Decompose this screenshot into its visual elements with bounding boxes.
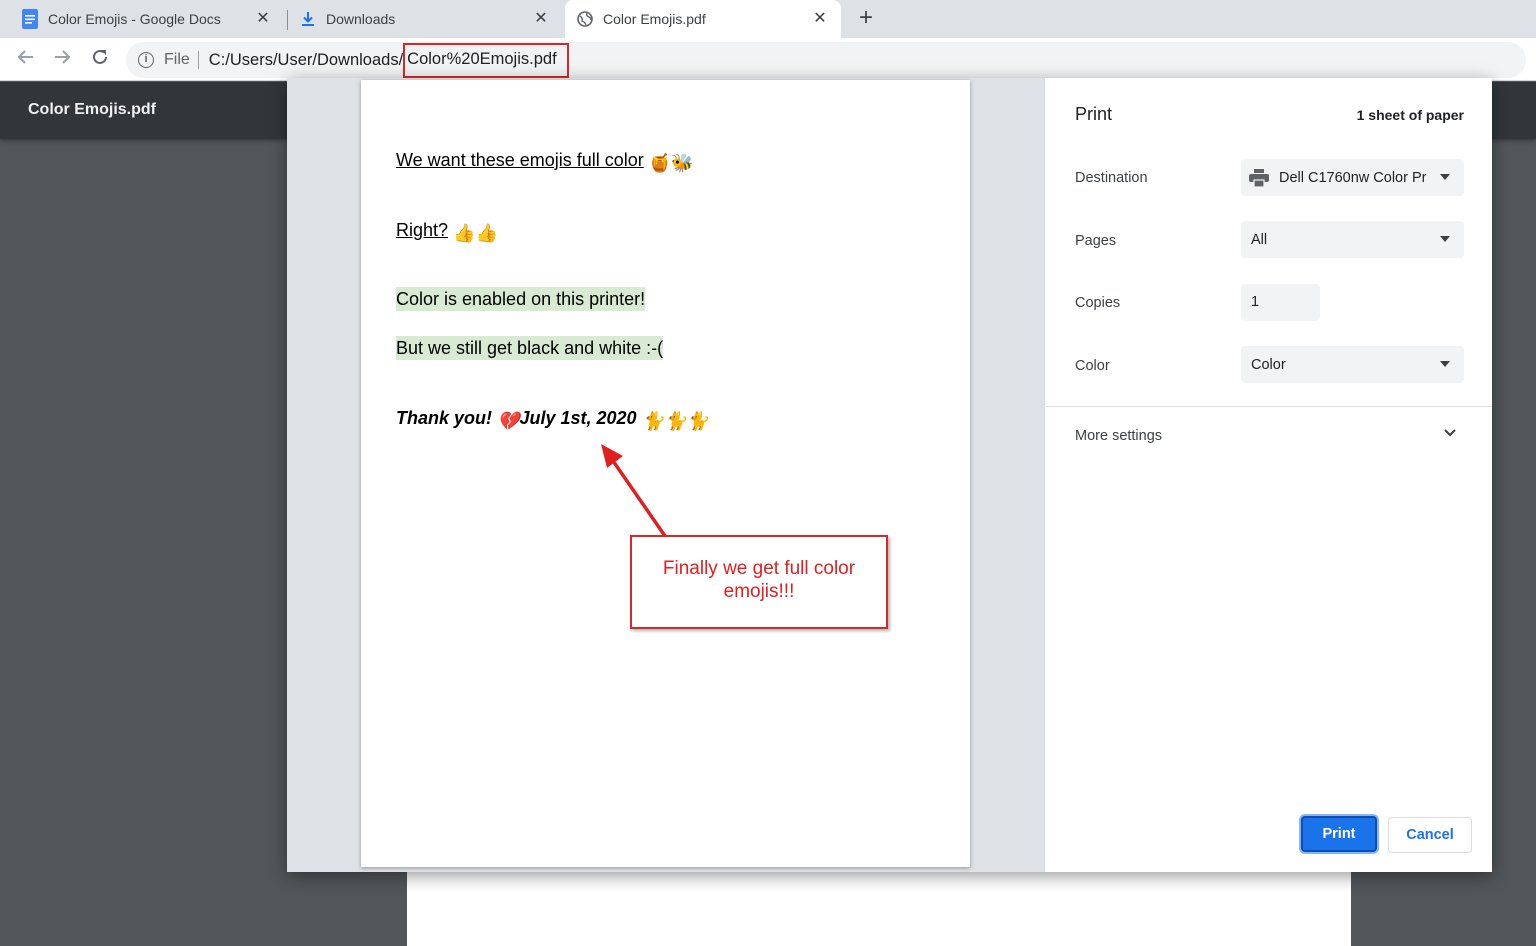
printer-icon: [1249, 168, 1269, 187]
color-label: Color: [1075, 358, 1110, 374]
annotation-arrow: [601, 444, 667, 537]
browser-toolbar: i File C:/Users/User/Downloads/Color%20E…: [0, 38, 1536, 81]
url-filename-highlighted: Color%20Emojis.pdf: [403, 42, 569, 78]
tab-title: Color Emojis.pdf: [603, 11, 706, 27]
tab-downloads[interactable]: Downloads ✕: [290, 0, 562, 38]
doc-date: July 1st, 2020: [519, 408, 637, 428]
copies-label: Copies: [1075, 295, 1121, 311]
doc-line-1: We want these emojis full color 🍯🐝: [396, 150, 694, 174]
doc-text: We want these emojis full color: [396, 150, 644, 170]
close-icon[interactable]: ✕: [532, 10, 550, 28]
doc-text-highlighted: Color is enabled on this printer!: [396, 287, 646, 311]
url-path: C:/Users/User/Downloads/: [208, 50, 404, 69]
color-select[interactable]: Color: [1241, 346, 1464, 383]
address-bar[interactable]: i File C:/Users/User/Downloads/Color%20E…: [126, 42, 1526, 78]
pdf-title: Color Emojis.pdf: [28, 101, 156, 118]
doc-line-3: Color is enabled on this printer!: [396, 287, 646, 311]
pages-select[interactable]: All: [1241, 221, 1464, 258]
reload-icon[interactable]: [88, 48, 112, 72]
doc-line-5: Thank you! 💔July 1st, 2020 🐈🐈🐈: [396, 408, 709, 432]
url-scheme: File: [164, 51, 190, 68]
tab-google-docs[interactable]: Color Emojis - Google Docs ✕: [12, 0, 284, 38]
pages-value: All: [1251, 231, 1268, 248]
doc-line-4: But we still get black and white :-(: [396, 336, 664, 360]
copies-input[interactable]: 1: [1241, 284, 1320, 321]
destination-label: Destination: [1075, 170, 1148, 186]
color-value: Color: [1251, 356, 1286, 373]
url-divider: [197, 51, 199, 69]
preview-page: We want these emojis full color 🍯🐝 Right…: [361, 80, 970, 867]
back-icon[interactable]: [14, 48, 38, 72]
thumbs-up-emoji: 👍👍: [453, 223, 498, 243]
doc-line-2: Right? 👍👍: [396, 220, 498, 244]
tab-separator: [287, 10, 288, 30]
pages-label: Pages: [1075, 233, 1117, 249]
annotation-callout: Finally we get full color emojis!!!: [630, 535, 888, 629]
settings-divider: [1046, 406, 1492, 407]
print-dialog: We want these emojis full color 🍯🐝 Right…: [287, 78, 1492, 872]
chevron-down-icon: [1440, 361, 1450, 367]
tab-title: Color Emojis - Google Docs: [48, 11, 221, 27]
tab-color-emojis-pdf[interactable]: Color Emojis.pdf ✕: [565, 0, 841, 38]
print-title: Print: [1075, 104, 1113, 124]
close-icon[interactable]: ✕: [811, 10, 829, 28]
more-settings-toggle[interactable]: More settings: [1075, 428, 1162, 444]
doc-text: Right?: [396, 220, 449, 240]
google-docs-icon: [22, 9, 38, 29]
info-icon[interactable]: i: [138, 52, 154, 68]
cancel-button[interactable]: Cancel: [1388, 817, 1472, 853]
forward-icon[interactable]: [50, 48, 74, 72]
pdf-page-background: [407, 860, 1351, 946]
destination-select[interactable]: Dell C1760nw Color Pr: [1241, 159, 1464, 196]
print-button[interactable]: Print: [1301, 816, 1377, 852]
tab-strip: Color Emojis - Google Docs ✕ Downloads ✕…: [0, 0, 1536, 38]
print-preview-area: We want these emojis full color 🍯🐝 Right…: [287, 78, 1045, 872]
print-settings-panel: Print 1 sheet of paper Destination Dell …: [1046, 78, 1492, 872]
sheet-count: 1 sheet of paper: [1356, 107, 1464, 123]
tab-title: Downloads: [326, 11, 396, 27]
globe-icon: [577, 11, 593, 27]
destination-value: Dell C1760nw Color Pr: [1279, 169, 1427, 186]
download-icon: [302, 12, 314, 26]
chevron-down-icon: [1440, 236, 1450, 242]
cat-emoji: 🐈🐈🐈: [641, 411, 709, 431]
doc-text-highlighted: But we still get black and white :-(: [396, 336, 664, 360]
close-icon[interactable]: ✕: [254, 10, 272, 28]
new-tab-icon[interactable]: +: [854, 6, 878, 31]
chevron-down-icon[interactable]: [1443, 428, 1457, 438]
doc-text: Thank you!: [396, 408, 493, 428]
broken-heart-emoji: 💔: [497, 411, 520, 431]
chevron-down-icon: [1440, 174, 1450, 180]
honey-bee-emoji: 🍯🐝: [648, 153, 694, 173]
